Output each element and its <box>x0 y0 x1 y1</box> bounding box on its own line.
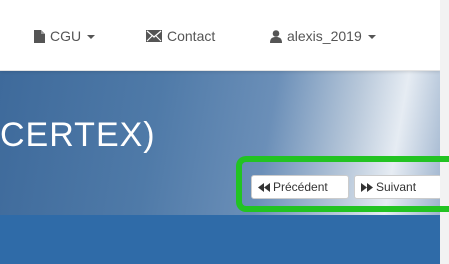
nav-user-dropdown[interactable]: alexis_2019 <box>270 26 376 46</box>
top-navbar: CGU Contact alexis_2019 <box>0 0 440 71</box>
caret-down-icon <box>367 35 376 39</box>
caret-down-icon <box>87 35 96 39</box>
nav-contact-label: Contact <box>167 28 216 44</box>
envelope-icon <box>146 30 162 42</box>
content-bar <box>0 215 440 264</box>
page: CGU Contact alexis_2019 CERTEX) Précéden… <box>0 0 449 264</box>
user-icon <box>270 29 282 43</box>
file-icon <box>34 29 45 43</box>
nav-cgu-label: CGU <box>50 28 82 44</box>
page-edge-strip <box>440 0 449 264</box>
page-title: CERTEX) <box>0 116 156 154</box>
nav-cgu-dropdown[interactable]: CGU <box>34 26 96 46</box>
nav-user-label: alexis_2019 <box>287 28 362 44</box>
nav-contact-link[interactable]: Contact <box>146 26 215 46</box>
pagination-highlight-box <box>236 156 449 212</box>
